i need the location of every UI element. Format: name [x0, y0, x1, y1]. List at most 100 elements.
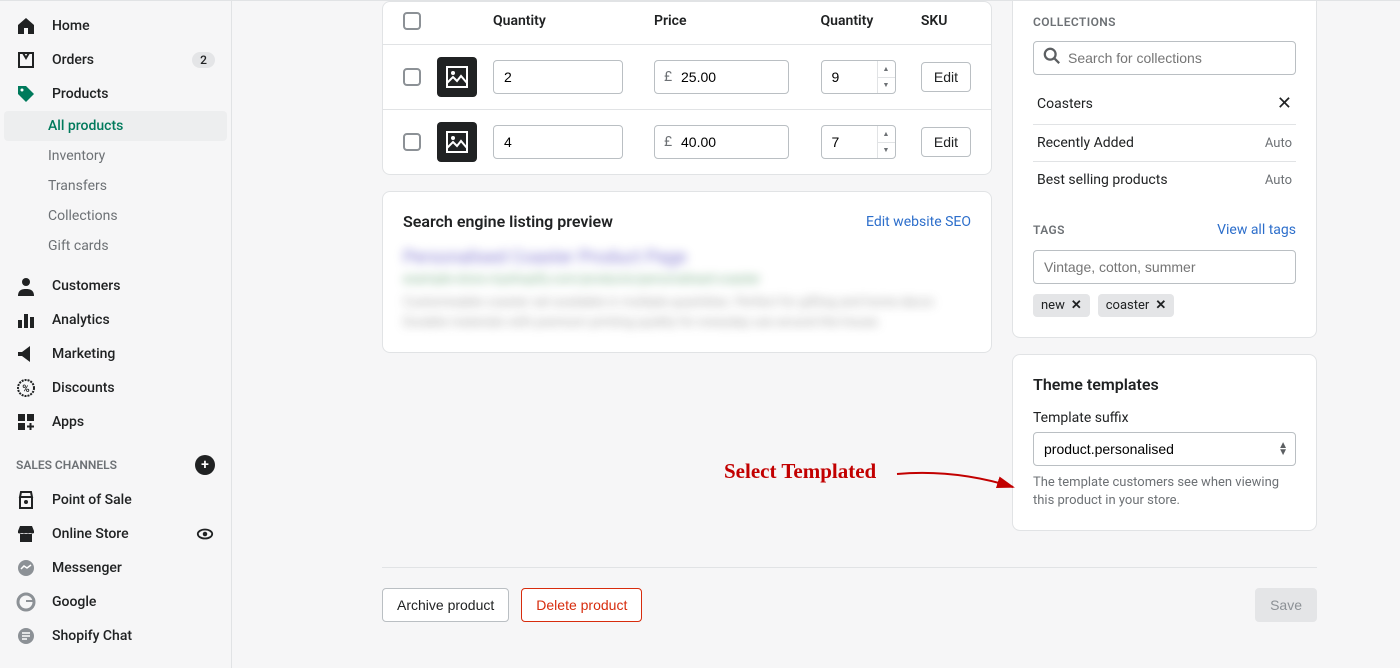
collection-item: Best selling products Auto [1033, 162, 1296, 198]
apps-icon [16, 412, 36, 432]
variant-price-input[interactable] [654, 60, 789, 94]
nav-home[interactable]: Home [0, 9, 231, 43]
th-sku: SKU [913, 2, 991, 45]
remove-tag-icon[interactable]: ✕ [1071, 298, 1082, 313]
seo-title: Search engine listing preview [403, 212, 613, 231]
google-icon [16, 592, 36, 612]
svg-text:%: % [22, 384, 29, 395]
auto-label: Auto [1265, 173, 1292, 188]
nav-pos-label: Point of Sale [52, 492, 132, 508]
discounts-icon: % [16, 378, 36, 398]
chat-icon [16, 626, 36, 646]
image-icon[interactable] [437, 57, 477, 97]
auto-label: Auto [1265, 136, 1292, 151]
nav-collections[interactable]: Collections [0, 201, 231, 231]
tag-chip: new ✕ [1033, 294, 1090, 317]
variant-checkbox[interactable] [403, 68, 421, 86]
currency-symbol: £ [664, 134, 672, 150]
remove-tag-icon[interactable]: ✕ [1155, 298, 1166, 313]
nav-apps-label: Apps [52, 414, 84, 430]
stepper-buttons[interactable]: ▲▼ [877, 126, 895, 158]
nav-analytics[interactable]: Analytics [0, 303, 231, 337]
nav-shopify-chat[interactable]: Shopify Chat [0, 619, 231, 653]
edit-variant-button[interactable]: Edit [921, 127, 971, 157]
nav-pos[interactable]: Point of Sale [0, 483, 231, 517]
nav-online-store[interactable]: Online Store [0, 517, 231, 551]
tag-label: new [1041, 298, 1065, 313]
view-all-tags-link[interactable]: View all tags [1217, 222, 1296, 238]
nav-home-label: Home [52, 18, 90, 34]
th-price: Price [646, 2, 813, 45]
collection-item: Recently Added Auto [1033, 125, 1296, 162]
edit-variant-button[interactable]: Edit [921, 62, 971, 92]
stepper-buttons[interactable]: ▲▼ [877, 61, 895, 93]
nav-customers-label: Customers [52, 278, 120, 294]
tag-label: coaster [1106, 298, 1150, 313]
nav-shopify-chat-label: Shopify Chat [52, 628, 132, 644]
messenger-icon [16, 558, 36, 578]
nav-orders-label: Orders [52, 52, 94, 68]
template-suffix-select[interactable]: product.personalised [1033, 432, 1296, 466]
variant-qty-input[interactable] [493, 125, 623, 159]
add-channel-icon[interactable]: + [195, 455, 215, 475]
variants-card: Quantity Price Quantity SKU £ ▲▼ Edit £ … [382, 1, 992, 175]
store-icon [16, 524, 36, 544]
nav-all-products-label: All products [48, 118, 123, 134]
nav-google[interactable]: Google [0, 585, 231, 619]
variant-qty-input[interactable] [493, 60, 623, 94]
collections-header: COLLECTIONS [1033, 15, 1296, 29]
tag-chip: coaster ✕ [1098, 294, 1174, 317]
collection-name: Recently Added [1037, 135, 1134, 151]
nav-messenger[interactable]: Messenger [0, 551, 231, 585]
pos-icon [16, 490, 36, 510]
sales-channels-header: SALES CHANNELS + [0, 439, 231, 483]
nav-products-label: Products [52, 86, 109, 102]
nav-orders[interactable]: Orders 2 [0, 43, 231, 77]
template-help-text: The template customers see when viewing … [1033, 474, 1296, 510]
delete-product-button[interactable]: Delete product [521, 588, 642, 622]
collection-name: Best selling products [1037, 172, 1168, 188]
nav-inventory[interactable]: Inventory [0, 141, 231, 171]
theme-templates-card: Theme templates Template suffix product.… [1012, 354, 1317, 531]
nav-transfers-label: Transfers [48, 178, 107, 194]
nav-online-store-label: Online Store [52, 526, 129, 542]
th-quantity1: Quantity [485, 2, 646, 45]
nav-discounts[interactable]: % Discounts [0, 371, 231, 405]
tags-input[interactable] [1033, 250, 1296, 284]
nav-apps[interactable]: Apps [0, 405, 231, 439]
analytics-icon [16, 310, 36, 330]
nav-google-label: Google [52, 594, 96, 610]
nav-marketing-label: Marketing [52, 346, 115, 362]
collections-card: COLLECTIONS Coasters✕Recently AddedAutoB… [1012, 1, 1317, 338]
home-icon [16, 16, 36, 36]
nav-gift-cards[interactable]: Gift cards [0, 231, 231, 261]
collection-name: Coasters [1037, 96, 1093, 112]
nav-inventory-label: Inventory [48, 148, 105, 164]
sidebar: Home Orders 2 Products All products Inve… [0, 1, 232, 668]
nav-gift-cards-label: Gift cards [48, 238, 109, 254]
remove-collection-icon[interactable]: ✕ [1277, 93, 1292, 114]
currency-symbol: £ [664, 69, 672, 85]
main-content: Quantity Price Quantity SKU £ ▲▼ Edit £ … [232, 1, 1400, 668]
nav-messenger-label: Messenger [52, 560, 122, 576]
footer-bar: Archive product Delete product Save [382, 567, 1317, 652]
variants-table: Quantity Price Quantity SKU £ ▲▼ Edit £ … [383, 2, 991, 174]
nav-discounts-label: Discounts [52, 380, 115, 396]
orders-icon [16, 50, 36, 70]
archive-product-button[interactable]: Archive product [382, 588, 509, 622]
nav-customers[interactable]: Customers [0, 269, 231, 303]
nav-transfers[interactable]: Transfers [0, 171, 231, 201]
nav-marketing[interactable]: Marketing [0, 337, 231, 371]
edit-seo-link[interactable]: Edit website SEO [866, 214, 971, 230]
variant-price-input[interactable] [654, 125, 789, 159]
collections-search-input[interactable] [1033, 41, 1296, 75]
tags-header: TAGS [1033, 223, 1065, 237]
nav-analytics-label: Analytics [52, 312, 110, 328]
image-icon[interactable] [437, 122, 477, 162]
nav-all-products[interactable]: All products [4, 111, 227, 141]
view-store-icon[interactable] [195, 524, 215, 544]
nav-products[interactable]: Products [0, 77, 231, 111]
template-suffix-label: Template suffix [1033, 410, 1296, 426]
variant-checkbox[interactable] [403, 133, 421, 151]
select-all-checkbox[interactable] [403, 12, 421, 30]
